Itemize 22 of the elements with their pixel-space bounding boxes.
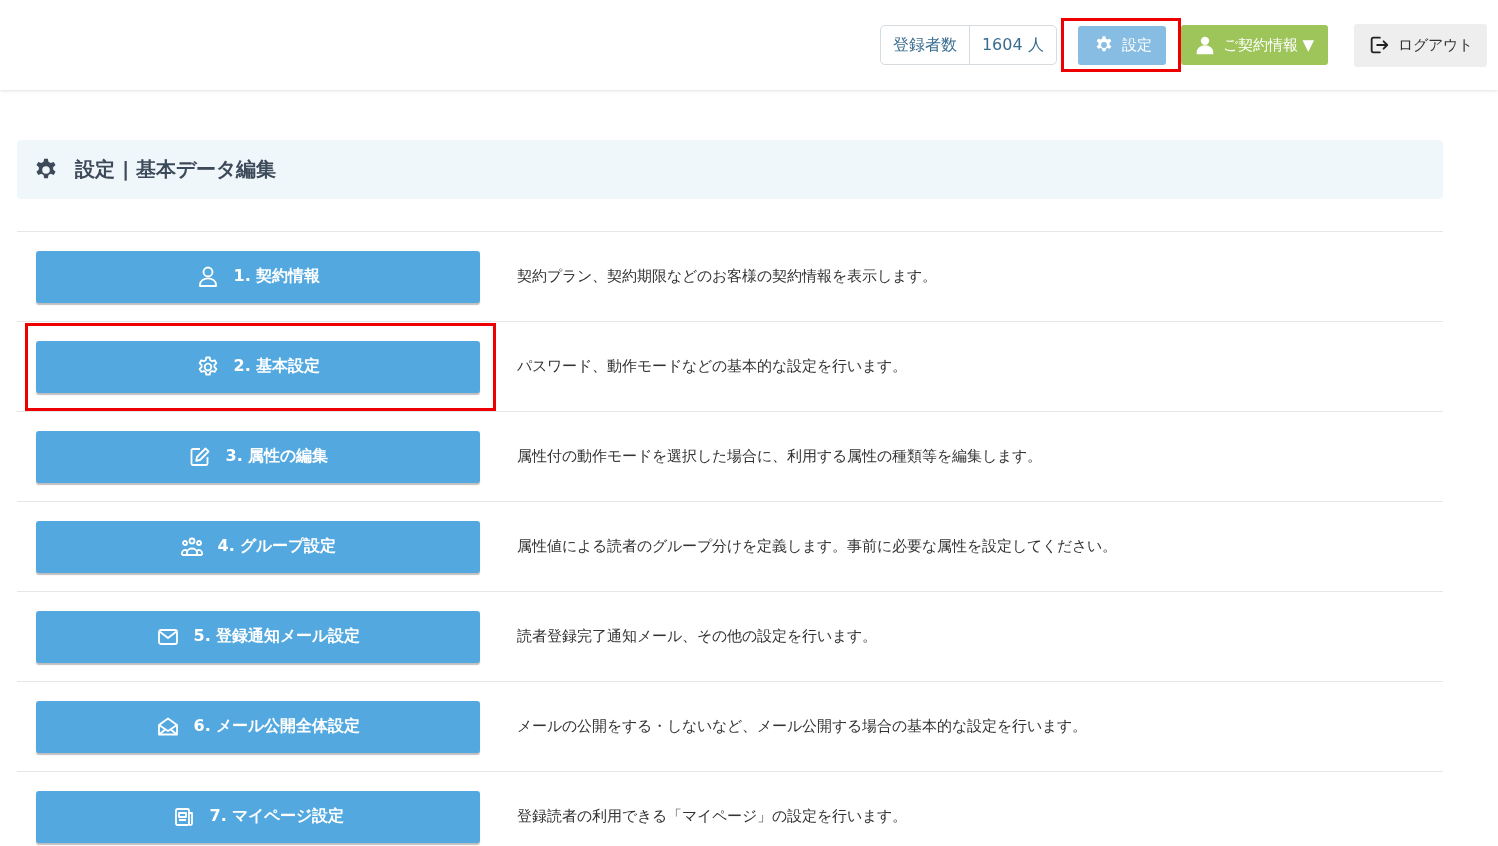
- menu-button[interactable]: 2. 基本設定: [36, 340, 480, 393]
- menu-button[interactable]: 1. 契約情報: [36, 250, 480, 303]
- contract-info-button[interactable]: ご契約情報 ▼: [1180, 25, 1328, 65]
- item-description: 属性値による読者のグループ分けを定義します。事前に必要な属性を設定してください。: [517, 537, 1117, 556]
- logout-icon: [1368, 34, 1390, 56]
- item-description: 読者登録完了通知メール、その他の設定を行います。: [517, 627, 877, 646]
- menu-button[interactable]: 4. グループ設定: [36, 520, 480, 573]
- item-description: パスワード、動作モードなどの基本的な設定を行います。: [517, 357, 907, 376]
- menu-button[interactable]: 6. メール公開全体設定: [36, 700, 480, 753]
- menu-button[interactable]: 7. マイページ設定: [36, 790, 480, 843]
- item-description: 契約プラン、契約期限などのお客様の契約情報を表示します。: [517, 267, 937, 286]
- counter-value: 1604 人: [980, 34, 1045, 56]
- person-icon: [1194, 35, 1215, 55]
- item-description: 属性付の動作モードを選択した場合に、利用する属性の種類等を編集します。: [517, 447, 1042, 466]
- menu-button[interactable]: 5. 登録通知メール設定: [36, 610, 480, 663]
- page-title: 設定 | 基本データ編集: [75, 156, 277, 183]
- settings-button[interactable]: 設定: [1077, 25, 1166, 65]
- counter-label: 登録者数: [880, 26, 970, 64]
- menu-button[interactable]: 3. 属性の編集: [36, 430, 480, 483]
- logout-button[interactable]: ログアウト: [1354, 23, 1487, 67]
- item-description: メールの公開をする・しないなど、メール公開する場合の基本的な設定を行います。: [517, 717, 1087, 736]
- item-description: 登録読者の利用できる「マイページ」の設定を行います。: [517, 807, 907, 826]
